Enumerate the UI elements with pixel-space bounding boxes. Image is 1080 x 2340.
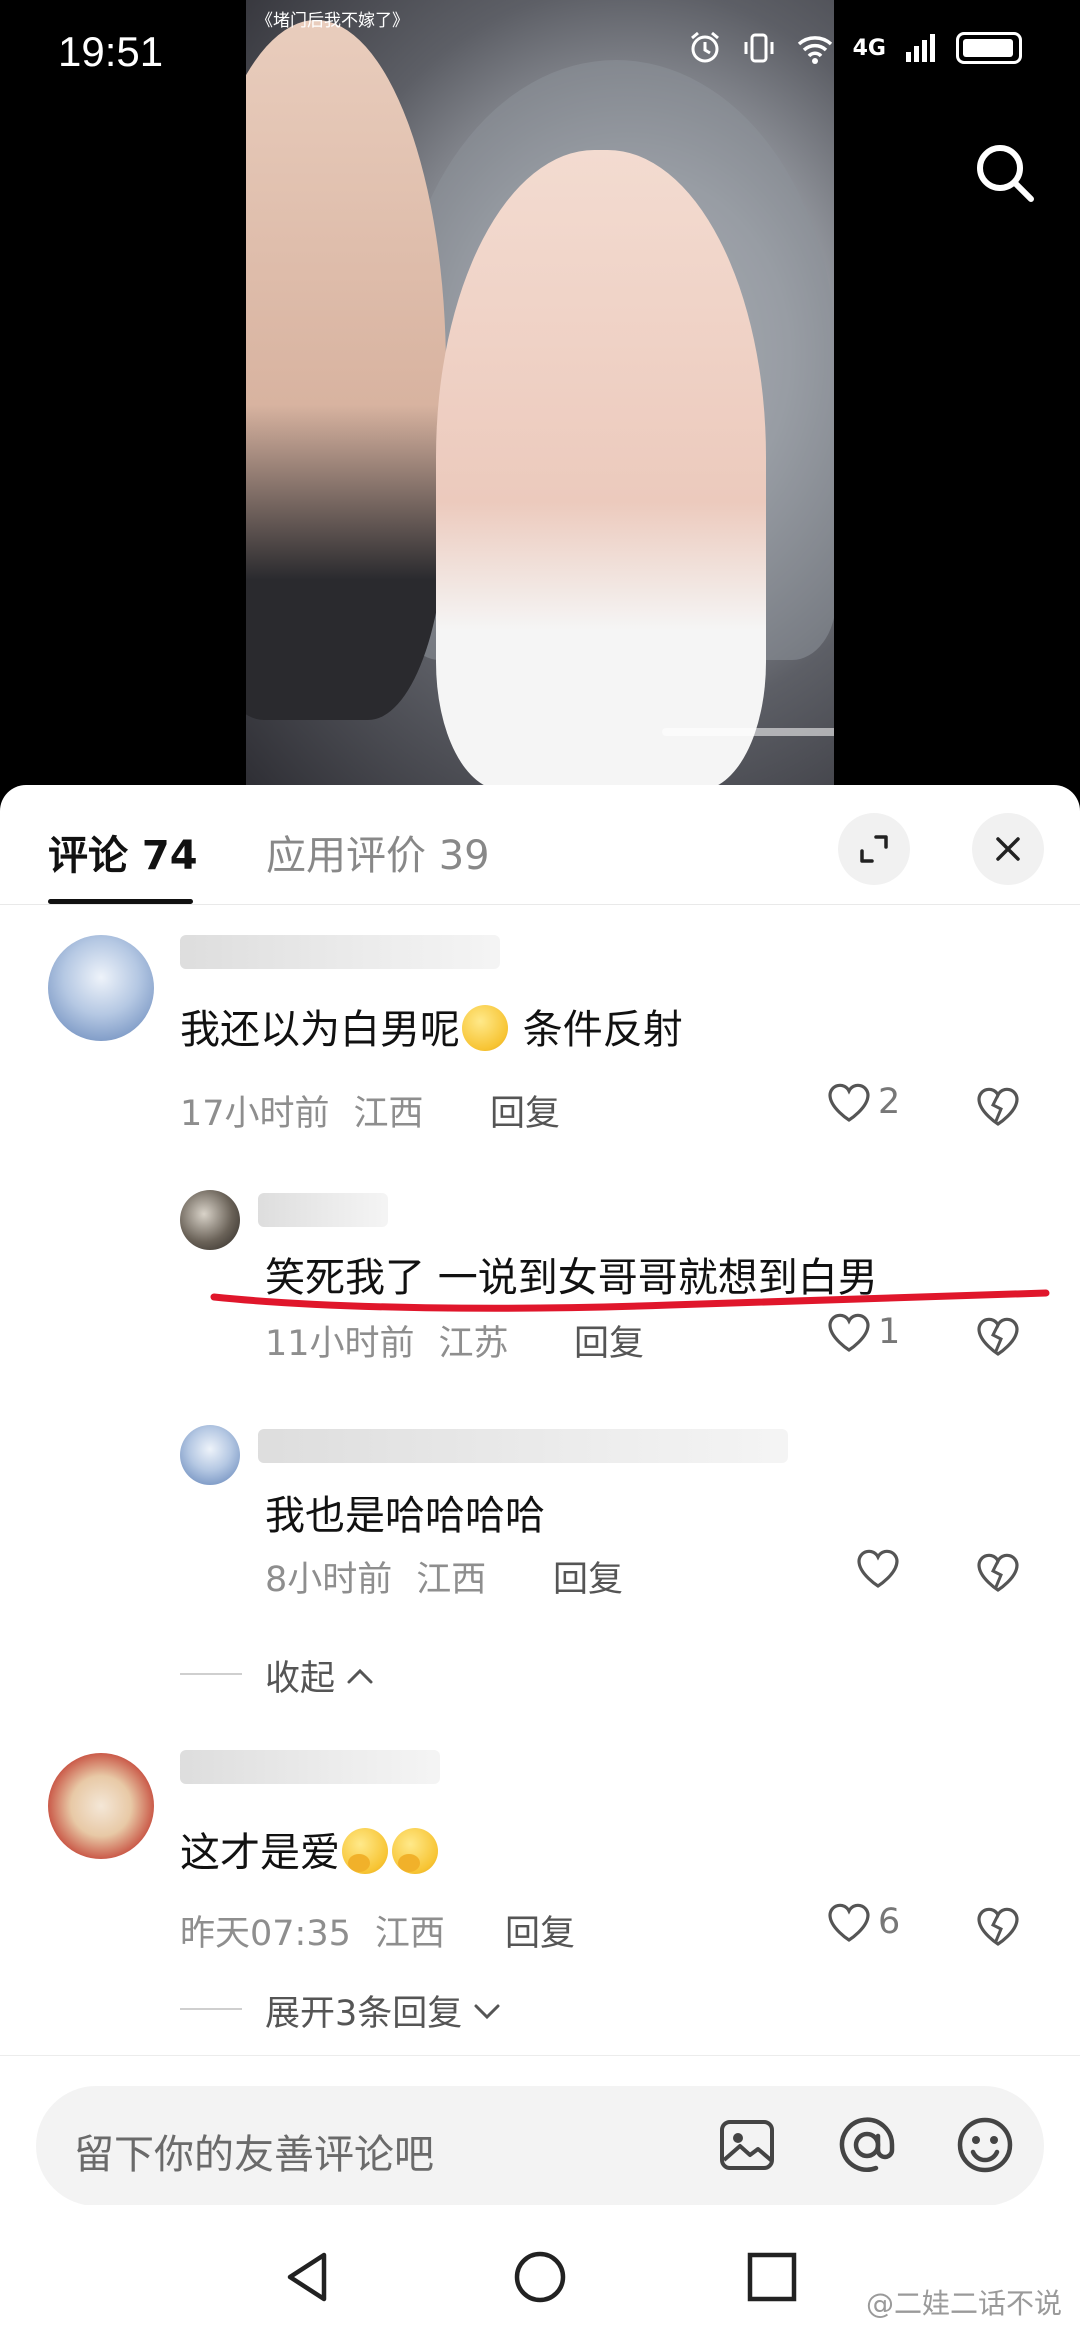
smirk-hand-emoji-icon — [392, 1828, 438, 1874]
like-button[interactable]: 6 — [826, 1901, 900, 1943]
heart-icon — [828, 1313, 870, 1352]
alarm-icon — [690, 31, 719, 63]
comment-text-main: 这才是爱 — [180, 1830, 340, 1876]
close-sheet-button[interactable] — [972, 813, 1044, 885]
comment-input-placeholder: 留下你的友善评论吧 — [74, 2132, 434, 2178]
active-tab-indicator — [48, 899, 193, 904]
crying-laughing-emoji-icon — [462, 1005, 508, 1051]
reply-time: 8小时前 — [265, 1560, 393, 1600]
comment-time: 昨天07:35 — [180, 1914, 351, 1954]
tab-app-reviews[interactable]: 应用评价 39 — [266, 823, 490, 881]
at-mention-icon[interactable] — [836, 2114, 898, 2176]
heart-icon — [857, 1549, 899, 1588]
reply-meta: 11小时前 江苏 — [265, 1315, 509, 1366]
like-count: 1 — [878, 1312, 901, 1352]
battery-icon — [956, 32, 1022, 64]
video-figure-left — [246, 20, 446, 720]
dislike-broken-heart-icon[interactable] — [975, 1551, 1021, 1593]
system-nav-bar: @二娃二话不说 — [0, 2205, 1080, 2340]
reply-button[interactable]: 回复 — [553, 1551, 623, 1602]
reply-location: 江西 — [416, 1560, 487, 1600]
avatar[interactable] — [48, 935, 154, 1041]
close-icon — [996, 837, 1020, 861]
watermark: @二娃二话不说 — [865, 2287, 1062, 2320]
back-nav-icon[interactable] — [280, 2249, 336, 2305]
status-time: 19:51 — [58, 28, 164, 75]
collapse-label: 收起 — [265, 1659, 336, 1699]
expand-replies-button[interactable]: 展开3条回复 — [265, 1985, 502, 2036]
video-frame[interactable]: 《堵门后我不嫁了》 — [246, 0, 834, 790]
username-blurred[interactable] — [180, 1750, 440, 1784]
like-button[interactable]: 2 — [826, 1081, 900, 1123]
reply-button[interactable]: 回复 — [505, 1905, 575, 1956]
video-player[interactable]: 《堵门后我不嫁了》 19:51 4G — [0, 0, 1080, 790]
dislike-broken-heart-icon[interactable] — [975, 1905, 1021, 1947]
tab-comments[interactable]: 评论 74 — [48, 823, 198, 881]
fold-divider — [180, 1673, 242, 1675]
comment-sheet: 评论 74 应用评价 39 我还以为白男呢 条件反射 17小时前 江西 回复 2… — [0, 785, 1080, 2055]
comment-meta: 17小时前 江西 — [180, 1085, 424, 1136]
reply-text: 我也是哈哈哈哈 — [265, 1493, 545, 1539]
chevron-up-icon — [347, 1668, 373, 1683]
username-blurred[interactable] — [180, 935, 500, 969]
fold-divider — [180, 2008, 242, 2010]
home-nav-icon[interactable] — [512, 2249, 568, 2305]
search-icon[interactable] — [970, 138, 1040, 208]
network-type: 4G — [852, 35, 886, 61]
comment-input[interactable]: 留下你的友善评论吧 — [36, 2086, 1044, 2206]
expand-sheet-button[interactable] — [838, 813, 910, 885]
red-highlight-underline — [210, 1289, 1050, 1312]
dislike-broken-heart-icon[interactable] — [975, 1085, 1021, 1127]
username-blurred[interactable] — [258, 1429, 788, 1463]
like-count: 6 — [878, 1902, 901, 1942]
smirk-hand-emoji-icon — [342, 1828, 388, 1874]
comment-text-suffix: 条件反射 — [522, 1007, 683, 1053]
reply-button[interactable]: 回复 — [490, 1085, 560, 1136]
vibrate-icon — [744, 33, 774, 63]
like-button[interactable] — [855, 1547, 907, 1589]
status-bar: 19:51 4G — [0, 0, 1080, 110]
heart-icon — [828, 1903, 870, 1942]
dislike-broken-heart-icon[interactable] — [975, 1315, 1021, 1357]
comment-text: 我还以为白男呢 条件反射 — [180, 997, 683, 1055]
avatar[interactable] — [180, 1425, 240, 1485]
comment-tabs: 评论 74 应用评价 39 — [0, 785, 1080, 905]
reply-button[interactable]: 回复 — [574, 1315, 644, 1366]
reply-meta: 8小时前 江西 — [265, 1551, 486, 1602]
comment-location: 江西 — [353, 1094, 424, 1134]
comment-time: 17小时前 — [180, 1094, 330, 1134]
recents-nav-icon[interactable] — [744, 2249, 800, 2305]
expand-label: 展开3条回复 — [265, 1994, 463, 2034]
reply-location: 江苏 — [438, 1324, 509, 1364]
username-blurred[interactable] — [258, 1193, 388, 1227]
chevron-down-icon — [474, 2004, 500, 2019]
like-count: 2 — [878, 1082, 901, 1122]
video-figure-right — [436, 150, 766, 790]
expand-icon — [860, 835, 888, 863]
like-button[interactable]: 1 — [826, 1311, 900, 1353]
comment-input-bar: 留下你的友善评论吧 — [0, 2055, 1080, 2206]
heart-icon — [828, 1083, 870, 1122]
comment-text-main: 我还以为白男呢 — [180, 1007, 460, 1053]
collapse-replies-button[interactable]: 收起 — [265, 1650, 375, 1701]
comment-location: 江西 — [374, 1914, 445, 1954]
image-icon[interactable] — [716, 2114, 778, 2176]
signal-icon — [906, 34, 935, 62]
avatar[interactable] — [180, 1190, 240, 1250]
wifi-icon — [797, 36, 832, 64]
avatar[interactable] — [48, 1753, 154, 1859]
video-progress-bar[interactable] — [662, 728, 834, 736]
reply-time: 11小时前 — [265, 1324, 415, 1364]
status-icons: 4G — [687, 30, 1022, 66]
comment-text: 这才是爱 — [180, 1820, 440, 1878]
comment-meta: 昨天07:35 江西 — [180, 1905, 445, 1956]
emoji-icon[interactable] — [954, 2114, 1016, 2176]
